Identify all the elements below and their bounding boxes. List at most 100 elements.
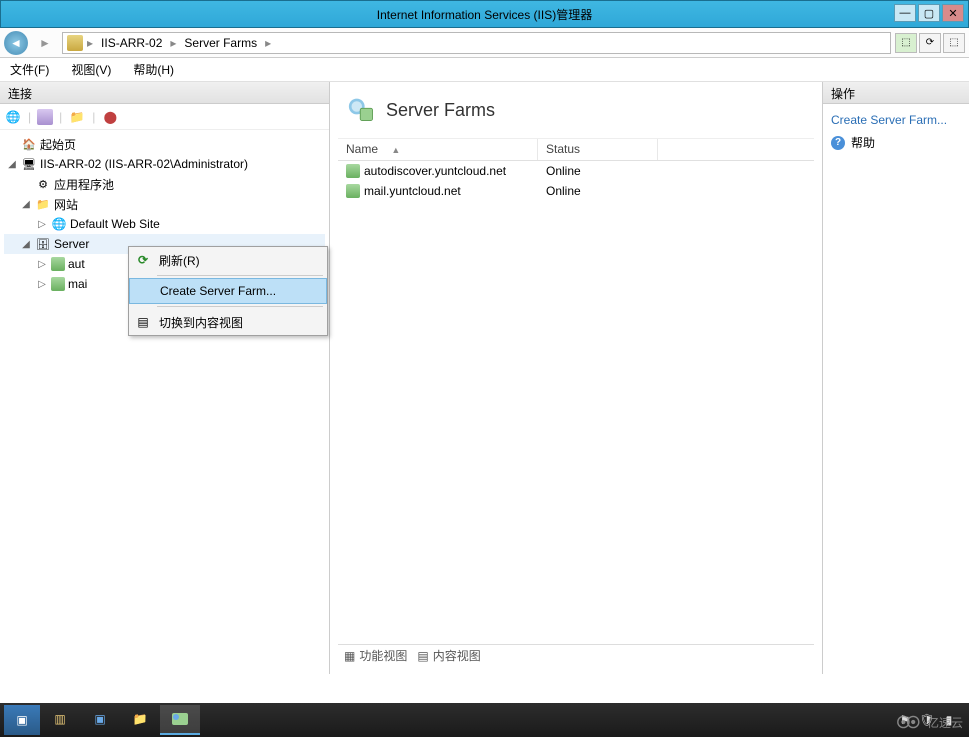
toolbar-sep: | [92, 110, 95, 124]
tree-label: 应用程序池 [54, 176, 114, 193]
collapse-icon[interactable]: ◢ [6, 159, 18, 170]
address-tool-2[interactable]: ⟳ [919, 33, 941, 53]
serverfarms-header-icon [348, 96, 376, 124]
cell-status: Online [538, 184, 658, 198]
close-button[interactable]: ✕ [942, 4, 964, 22]
start-page-icon: 🏠 [21, 136, 37, 152]
tree-default-site[interactable]: ▷ Default Web Site [4, 214, 325, 234]
sort-icon: ▲ [391, 145, 400, 155]
list-row[interactable]: mail.yuntcloud.net Online [338, 181, 814, 201]
column-label: Name [346, 142, 378, 156]
context-menu: 刷新(R) Create Server Farm... ▤ 切换到内容视图 [128, 246, 328, 336]
window-title: Internet Information Services (IIS)管理器 [377, 6, 592, 23]
collapse-icon[interactable]: ◢ [20, 199, 32, 210]
farm-icon [346, 184, 360, 198]
site-icon [51, 216, 67, 232]
actions-panel: 操作 Create Server Farm... ? 帮助 [823, 82, 969, 674]
taskbar: ▣ ▥ ▣ 📁 ⚑ 🛡 ▮ [0, 703, 969, 737]
tree-label: 起始页 [40, 136, 76, 153]
connections-header: 连接 [0, 82, 329, 104]
address-help-button[interactable]: ⬚ [943, 33, 965, 53]
tree-app-pools[interactable]: ⚙ 应用程序池 [4, 174, 325, 194]
watermark-text: 亿速云 [927, 714, 963, 731]
expand-icon[interactable]: ▷ [36, 259, 48, 270]
ctx-separator [157, 306, 323, 307]
window-titlebar: Internet Information Services (IIS)管理器 —… [0, 0, 969, 28]
help-icon: ? [831, 136, 845, 150]
taskbar-item-powershell[interactable]: ▣ [80, 705, 120, 735]
tree-server-node[interactable]: ◢ 🖥 IIS-ARR-02 (IIS-ARR-02\Administrator… [4, 154, 325, 174]
column-name[interactable]: Name ▲ [338, 139, 538, 160]
taskbar-item-server-manager[interactable]: ▥ [40, 705, 80, 735]
tab-label: 内容视图 [433, 647, 481, 664]
breadcrumb-sep-icon: ▸ [87, 36, 93, 50]
collapse-icon[interactable]: ◢ [20, 239, 32, 250]
ctx-refresh[interactable]: 刷新(R) [129, 247, 327, 273]
expand-icon[interactable]: ▷ [36, 279, 48, 290]
ctx-switch-view[interactable]: ▤ 切换到内容视图 [129, 309, 327, 335]
ctx-label: Create Server Farm... [160, 284, 276, 298]
actions-header: 操作 [823, 82, 969, 104]
menu-help[interactable]: 帮助(H) [129, 59, 178, 80]
connections-panel: 连接 🌐 | | 📁 | ⬤ 🏠 起始页 ◢ 🖥 IIS-ARR-02 (IIS… [0, 82, 330, 674]
toolbar-sep: | [59, 110, 62, 124]
tree-label: Default Web Site [70, 217, 160, 231]
breadcrumb-sep-icon: ▸ [170, 36, 176, 50]
ctx-label: 切换到内容视图 [159, 314, 243, 331]
content-header: Server Farms [338, 90, 814, 138]
apppool-icon: ⚙ [35, 176, 51, 192]
window-controls: — ▢ ✕ [894, 4, 964, 22]
ctx-label: 刷新(R) [159, 252, 200, 269]
farm-name-label: mail.yuntcloud.net [364, 184, 461, 198]
toolbar-folder-icon[interactable]: 📁 [68, 108, 86, 126]
toolbar-stop-icon[interactable]: ⬤ [101, 108, 119, 126]
farm-icon [51, 277, 65, 291]
tree-start-page[interactable]: 🏠 起始页 [4, 134, 325, 154]
minimize-button[interactable]: — [894, 4, 916, 22]
ctx-create-server-farm[interactable]: Create Server Farm... [129, 278, 327, 304]
menu-file[interactable]: 文件(F) [6, 59, 53, 80]
tab-icon: ▤ [417, 649, 428, 663]
breadcrumb[interactable]: ▸ IIS-ARR-02 ▸ Server Farms ▸ [62, 32, 891, 54]
action-help[interactable]: ? 帮助 [829, 130, 963, 155]
tree-label: mai [68, 277, 87, 291]
list-header: Name ▲ Status [338, 139, 814, 161]
toolbar-save-icon[interactable] [37, 109, 53, 125]
start-button[interactable]: ▣ [4, 705, 40, 735]
toolbar-sep: | [28, 110, 31, 124]
cell-name: autodiscover.yuntcloud.net [338, 164, 538, 178]
taskbar-item-iis[interactable] [160, 705, 200, 735]
farms-list: Name ▲ Status autodiscover.yuntcloud.net… [338, 138, 814, 644]
nav-forward-button[interactable]: ► [32, 32, 58, 54]
taskbar-item-explorer[interactable]: 📁 [120, 705, 160, 735]
tab-features-view[interactable]: ▦ 功能视图 [344, 647, 407, 664]
tree-label: 网站 [54, 196, 78, 213]
tree-label: aut [68, 257, 85, 271]
nav-back-button[interactable]: ◄ [4, 31, 28, 55]
tab-icon: ▦ [344, 649, 355, 663]
tab-content-view[interactable]: ▤ 内容视图 [417, 647, 480, 664]
content-title: Server Farms [386, 100, 495, 121]
address-tool-1[interactable]: ⬚ [895, 33, 917, 53]
refresh-icon [135, 252, 151, 268]
breadcrumb-root-icon [67, 35, 83, 51]
menu-view[interactable]: 视图(V) [67, 59, 115, 80]
help-label: 帮助 [851, 134, 875, 151]
switch-view-icon: ▤ [135, 314, 151, 330]
tree-sites[interactable]: ◢ 📁 网站 [4, 194, 325, 214]
breadcrumb-part-serverfarms[interactable]: Server Farms [180, 36, 261, 50]
tree-label: IIS-ARR-02 (IIS-ARR-02\Administrator) [40, 157, 248, 171]
server-icon: 🖥 [21, 156, 37, 172]
action-create-server-farm[interactable]: Create Server Farm... [829, 110, 963, 130]
column-status[interactable]: Status [538, 139, 658, 160]
farm-icon [346, 164, 360, 178]
list-row[interactable]: autodiscover.yuntcloud.net Online [338, 161, 814, 181]
cell-status: Online [538, 164, 658, 178]
sites-icon: 📁 [35, 196, 51, 212]
breadcrumb-sep-icon: ▸ [265, 36, 271, 50]
toolbar-connect-icon[interactable]: 🌐 [4, 108, 22, 126]
content-panel: Server Farms Name ▲ Status autodiscover.… [330, 82, 823, 674]
breadcrumb-part-server[interactable]: IIS-ARR-02 [97, 36, 166, 50]
expand-icon[interactable]: ▷ [36, 219, 48, 230]
maximize-button[interactable]: ▢ [918, 4, 940, 22]
